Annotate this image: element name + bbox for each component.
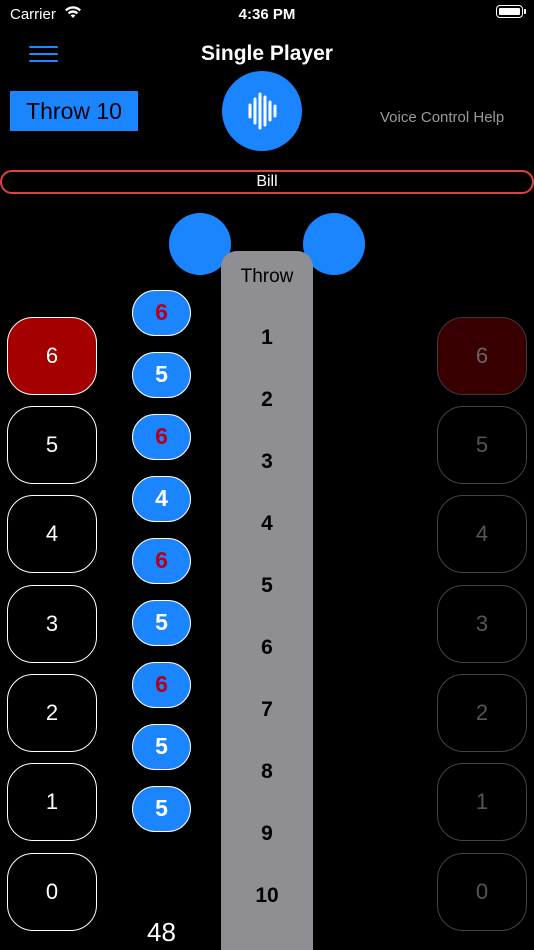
throw-number: 3: [261, 450, 273, 473]
opponent-score-button-1: 1: [437, 763, 527, 841]
status-bar: Carrier 4:36 PM: [0, 0, 534, 30]
player-name-bar[interactable]: Bill: [0, 170, 534, 194]
opponent-score-button-6: 6: [437, 317, 527, 395]
throw-result-badge: 6: [132, 538, 191, 584]
throw-result-badge: 5: [132, 724, 191, 770]
throw-result-badge: 6: [132, 290, 191, 336]
throw-number: 6: [261, 636, 273, 659]
throw-result-badge: 6: [132, 662, 191, 708]
throw-result-badge: 4: [132, 476, 191, 522]
opponent-score-button-2: 2: [437, 674, 527, 752]
battery-icon: [496, 5, 526, 18]
throw-result-badge: 6: [132, 414, 191, 460]
total-score: 48: [147, 917, 176, 947]
throw-result-badge: 5: [132, 786, 191, 832]
status-time: 4:36 PM: [238, 6, 296, 23]
voice-control-help-link[interactable]: Voice Control Help: [380, 109, 504, 126]
score-button-5[interactable]: 5: [7, 406, 97, 484]
score-button-2[interactable]: 2: [7, 674, 97, 752]
throw-result-badge: 5: [132, 352, 191, 398]
score-button-3[interactable]: 3: [7, 585, 97, 663]
throw-number: 9: [261, 822, 273, 845]
score-button-4[interactable]: 4: [7, 495, 97, 573]
throw-number: 10: [255, 884, 279, 907]
waveform-icon: [248, 92, 277, 130]
score-button-6[interactable]: 6: [7, 317, 97, 395]
throw-count-button[interactable]: Throw 10: [10, 91, 138, 131]
score-button-0[interactable]: 0: [7, 853, 97, 931]
throw-result-badge: 5: [132, 600, 191, 646]
opponent-score-button-4: 4: [437, 495, 527, 573]
page-title: Single Player: [201, 42, 333, 65]
throw-number: 2: [261, 388, 273, 411]
voice-control-button[interactable]: [222, 71, 302, 151]
throw-column-header: Throw: [240, 266, 294, 287]
score-button-1[interactable]: 1: [7, 763, 97, 841]
opponent-score-button-5: 5: [437, 406, 527, 484]
throw-number: 7: [261, 698, 273, 721]
opponent-score-button-3: 3: [437, 585, 527, 663]
throw-number: 8: [261, 760, 273, 783]
opponent-score-button-0: 0: [437, 853, 527, 931]
throw-number: 5: [261, 574, 273, 597]
throw-number: 4: [261, 512, 273, 535]
throw-number: 1: [261, 326, 273, 349]
